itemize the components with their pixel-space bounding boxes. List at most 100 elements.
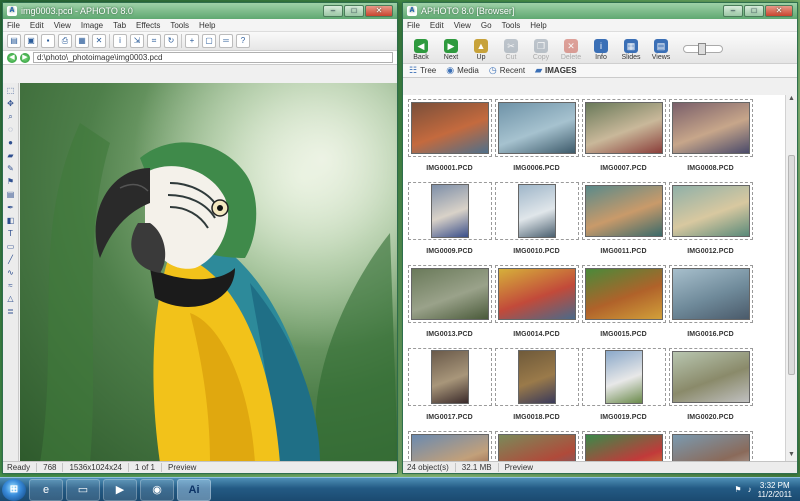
media-player-icon[interactable]: ▶ (103, 478, 137, 501)
menu-item-edit[interactable]: Edit (430, 21, 444, 30)
menu-item-tools[interactable]: Tools (502, 21, 521, 30)
thumbnail-item[interactable]: IMG0016.PCD (667, 265, 754, 348)
gradient-icon[interactable]: ▤ (5, 189, 17, 200)
thumbnail-item[interactable]: IMG0006.PCD (493, 99, 580, 182)
tab-images[interactable]: ▰ IMAGES (535, 65, 576, 76)
slides-button[interactable]: ▦ Slides (619, 39, 643, 61)
print-icon[interactable]: ⎙ (58, 34, 72, 48)
delete-icon[interactable]: ✕ (92, 34, 106, 48)
thumbnail-item[interactable]: IMG0008.PCD (667, 99, 754, 182)
save-icon[interactable]: ▪ (41, 34, 55, 48)
thumbnail-item[interactable]: IMG0019.PCD (580, 348, 667, 431)
maximize-button[interactable]: □ (744, 5, 764, 17)
layers-icon[interactable]: ≣ (5, 306, 17, 317)
aphoto-icon[interactable]: Ai (177, 478, 211, 501)
scroll-up-icon[interactable]: ▲ (786, 95, 797, 105)
thumbnail-item[interactable]: IMG0015.PCD (580, 265, 667, 348)
thumb-size-slider[interactable] (683, 43, 723, 55)
sharpen-icon[interactable]: △ (5, 293, 17, 304)
scroll-down-icon[interactable]: ▼ (786, 451, 797, 461)
cut-button[interactable]: ✂ Cut (499, 39, 523, 61)
fit-icon[interactable]: ▢ (202, 34, 216, 48)
tab-media[interactable]: ◉ Media (446, 65, 479, 76)
stamp-icon[interactable]: ⚑ (5, 176, 17, 187)
thumbnail-item[interactable]: IMG0001.PCD (406, 99, 493, 182)
thumbnail-item[interactable]: IMG0012.PCD (667, 182, 754, 265)
menu-item-help[interactable]: Help (530, 21, 546, 30)
menu-item-view[interactable]: View (454, 21, 471, 30)
info-button[interactable]: i Info (589, 39, 613, 61)
menu-item-go[interactable]: Go (481, 21, 492, 30)
up-button[interactable]: ▲ Up (469, 39, 493, 61)
clock[interactable]: 3:32 PM 11/2/2011 (758, 481, 792, 499)
close-button[interactable]: ✕ (765, 5, 793, 17)
slider-knob[interactable] (698, 43, 706, 55)
open-icon[interactable]: ▣ (24, 34, 38, 48)
text-icon[interactable]: T (5, 228, 17, 239)
move-icon[interactable]: ✥ (5, 98, 17, 109)
start-button[interactable]: ⊞ (2, 478, 26, 501)
menu-item-help[interactable]: Help (199, 21, 215, 30)
firefox-icon[interactable]: ◉ (140, 478, 174, 501)
thumbnail-item[interactable]: IMG0014.PCD (493, 265, 580, 348)
flag-icon[interactable]: ⚑ (734, 485, 741, 494)
thumbnail-item[interactable]: IMG0018.PCD (493, 348, 580, 431)
vertical-scrollbar[interactable]: ▲ ▼ (785, 95, 797, 461)
scroll-thumb[interactable] (788, 155, 795, 375)
pen-icon[interactable]: ✒ (5, 202, 17, 213)
eraser-icon[interactable]: ◧ (5, 215, 17, 226)
select-icon[interactable]: ⬚ (5, 85, 17, 96)
scan-icon[interactable]: ▦ (75, 34, 89, 48)
thumbnail-item[interactable]: IMG0021.PCD (406, 431, 493, 461)
menu-item-edit[interactable]: Edit (30, 21, 44, 30)
menu-item-tools[interactable]: Tools (170, 21, 189, 30)
brush-icon[interactable]: ✎ (5, 163, 17, 174)
path-field[interactable]: d:\photo\_photoimage\img0003.pcd (33, 52, 393, 63)
rotate-icon[interactable]: ↻ (164, 34, 178, 48)
info-icon[interactable]: i (113, 34, 127, 48)
curve-icon[interactable]: ∿ (5, 267, 17, 278)
viewer-titlebar[interactable]: A img0003.pcd - APHOTO 8.0 – □ ✕ (3, 3, 397, 19)
resize-icon[interactable]: ⇲ (130, 34, 144, 48)
tab-recent[interactable]: ◷ Recent (489, 65, 525, 76)
volume-icon[interactable]: ♪ (748, 485, 752, 494)
back-button[interactable]: ◀ Back (409, 39, 433, 61)
image-canvas[interactable] (20, 83, 397, 461)
browser-titlebar[interactable]: A APHOTO 8.0 [Browser] – □ ✕ (403, 3, 797, 19)
views-button[interactable]: ▤ Views (649, 39, 673, 61)
minimize-button[interactable]: – (323, 5, 343, 17)
crop-icon[interactable]: ⌗ (147, 34, 161, 48)
delete-button[interactable]: ✕ Delete (559, 39, 583, 61)
ie-icon[interactable]: e (29, 478, 63, 501)
menu-item-effects[interactable]: Effects (136, 21, 160, 30)
back-icon[interactable]: ◀ (7, 52, 17, 63)
shape-icon[interactable]: ▭ (5, 241, 17, 252)
line-icon[interactable]: ╱ (5, 254, 17, 265)
slider-icon[interactable]: ═ (219, 34, 233, 48)
menu-item-file[interactable]: File (407, 21, 420, 30)
menu-item-tab[interactable]: Tab (113, 21, 126, 30)
copy-button[interactable]: ❐ Copy (529, 39, 553, 61)
thumbnail-item[interactable]: IMG0023.PCD (580, 431, 667, 461)
maximize-button[interactable]: □ (344, 5, 364, 17)
thumbnail-item[interactable]: IMG0022.PCD (493, 431, 580, 461)
thumbnail-item[interactable]: IMG0007.PCD (580, 99, 667, 182)
menu-item-image[interactable]: Image (81, 21, 103, 30)
explorer-icon[interactable]: ▭ (66, 478, 100, 501)
thumbnail-item[interactable]: IMG0010.PCD (493, 182, 580, 265)
thumbnail-item[interactable]: IMG0013.PCD (406, 265, 493, 348)
thumbnail-item[interactable]: IMG0017.PCD (406, 348, 493, 431)
blur-icon[interactable]: ≈ (5, 280, 17, 291)
thumbnail-item[interactable]: IMG0011.PCD (580, 182, 667, 265)
help-icon[interactable]: ? (236, 34, 250, 48)
minimize-button[interactable]: – (723, 5, 743, 17)
color-icon[interactable]: ● (5, 137, 17, 148)
next-button[interactable]: ▶ Next (439, 39, 463, 61)
zoom-icon[interactable]: + (185, 34, 199, 48)
thumbnail-item[interactable]: IMG0009.PCD (406, 182, 493, 265)
menu-item-view[interactable]: View (54, 21, 71, 30)
thumbnail-item[interactable]: IMG0020.PCD (667, 348, 754, 431)
zoom-tool-icon[interactable]: ⌕ (5, 111, 17, 122)
thumbnail-item[interactable]: IMG0024.PCD (667, 431, 754, 461)
tab-tree[interactable]: ☷ Tree (409, 65, 436, 76)
